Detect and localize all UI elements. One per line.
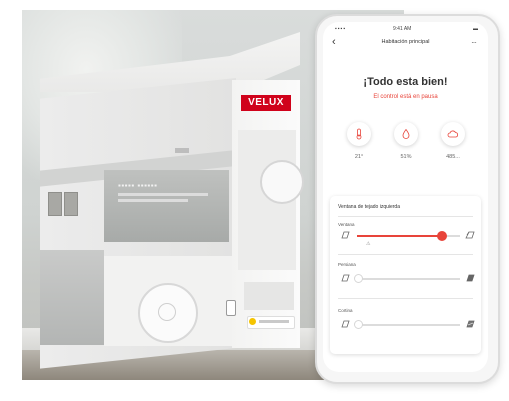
card-title: Ventana de tejado izquierda: [338, 204, 400, 210]
ventana-slider-fill: [357, 234, 442, 237]
homekit-badge-text: [259, 320, 289, 323]
box-product-name-graphic: ▪▪▪▪▪ ▪▪▪▪▪▪: [118, 181, 158, 190]
page-title: Habitación principal: [381, 39, 430, 45]
persiana-slider-thumb[interactable]: [353, 274, 363, 283]
status-bar: ▪▪▪▪ 9:41 AM ▬: [323, 24, 488, 34]
homekit-icon: [249, 318, 256, 325]
cortina-slider-track[interactable]: [357, 324, 460, 326]
sensor-device-image: [48, 192, 62, 216]
battery-icon: ▬: [473, 26, 478, 32]
humidity-value: 51%: [400, 154, 412, 160]
window-closed-icon[interactable]: [340, 231, 350, 239]
persiana-slider-track[interactable]: [357, 278, 460, 280]
sensor-humidity[interactable]: 51%: [389, 122, 423, 160]
temperature-value: 21°: [354, 154, 364, 160]
velux-logo: VELUX: [241, 95, 291, 111]
status-headline: ¡Todo esta bien!: [363, 76, 448, 88]
smartphone: ▪▪▪▪ 9:41 AM ▬ ‹ Habitación principal ··…: [315, 14, 500, 384]
cortina-slider-thumb[interactable]: [353, 320, 363, 329]
row-label-cortina: Cortina: [338, 308, 353, 313]
blind-closed-icon[interactable]: [465, 274, 475, 282]
remote-dial-center: [158, 303, 176, 321]
status-time: 9:41 AM: [393, 26, 412, 32]
box-info-strip: [244, 282, 294, 310]
co2-value: 485...: [446, 154, 460, 160]
phone-icon: [226, 300, 236, 316]
box-lower-panel: [40, 250, 104, 345]
divider: [338, 298, 473, 299]
curtain-open-icon[interactable]: [340, 320, 350, 328]
co2-cloud-icon: [441, 122, 465, 146]
sensor-device-image: [64, 192, 78, 216]
sensor-co2[interactable]: 485...: [436, 122, 470, 160]
status-subheading: El control está en pausa: [373, 94, 438, 100]
window-control-card: Ventana de tejado izquierda Ventana ⚠ Pe…: [330, 196, 481, 354]
divider: [338, 216, 473, 217]
row-label-ventana: Ventana: [338, 222, 355, 227]
humidity-drop-icon: [394, 122, 418, 146]
blind-open-icon[interactable]: [340, 274, 350, 282]
nav-bar: ‹ Habitación principal ···: [323, 36, 488, 52]
warning-icon: ⚠: [366, 241, 371, 247]
window-open-icon[interactable]: [465, 231, 475, 239]
more-horizontal-icon[interactable]: ···: [471, 38, 477, 47]
box-description-line: [118, 193, 208, 196]
curtain-closed-icon[interactable]: [465, 320, 475, 328]
divider: [338, 254, 473, 255]
ventana-slider-thumb[interactable]: [437, 231, 448, 241]
app-screen: ▪▪▪▪ 9:41 AM ▬ ‹ Habitación principal ··…: [323, 22, 488, 372]
thermometer-icon: [347, 122, 371, 146]
sensor-temperature[interactable]: 21°: [342, 122, 376, 160]
product-box-label: [175, 148, 189, 153]
gateway-dial-image: [260, 160, 304, 204]
box-description-line: [118, 199, 188, 202]
signal-icon: ▪▪▪▪: [335, 26, 347, 32]
row-label-persiana: Persiana: [338, 262, 356, 267]
